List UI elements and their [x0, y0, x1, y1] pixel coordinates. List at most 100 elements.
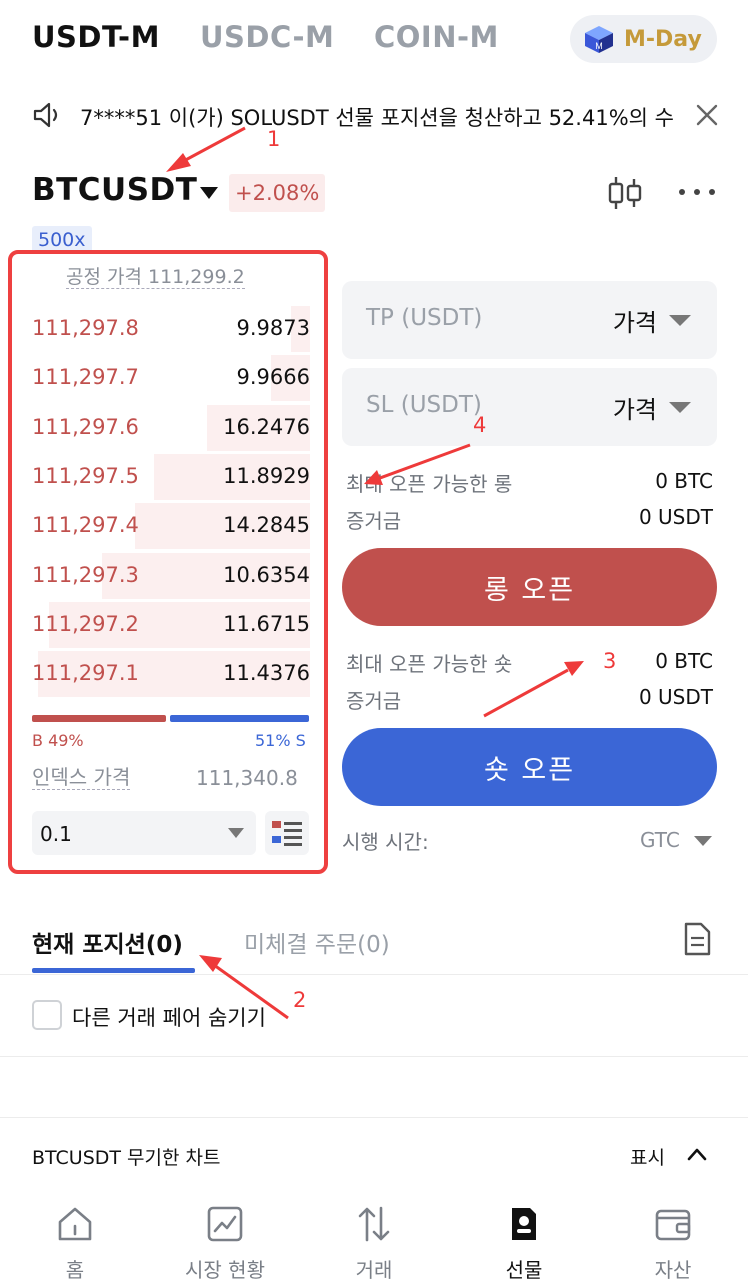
nav-home[interactable]: 홈 — [0, 1192, 150, 1288]
divider — [0, 1117, 748, 1118]
sl-type-select[interactable]: 가격 — [613, 390, 657, 425]
ask-quantity: 9.9873 — [236, 316, 310, 340]
nav-trade[interactable]: 거래 — [299, 1192, 449, 1288]
tab-open-orders[interactable]: 미체결 주문(0) — [244, 925, 390, 959]
document-icon[interactable] — [682, 921, 712, 957]
open-long-button[interactable]: 롱 오픈 — [342, 548, 717, 626]
speaker-icon — [33, 102, 58, 128]
close-icon[interactable] — [695, 103, 719, 127]
time-in-force-select[interactable]: GTC — [640, 828, 680, 852]
ask-price: 111,297.7 — [32, 365, 139, 390]
nav-label: 선물 — [505, 1258, 543, 1282]
sell-ratio-label: 51% S — [255, 731, 306, 750]
ask-quantity: 9.9666 — [236, 365, 310, 390]
nav-label: 시장 현황 — [185, 1258, 265, 1282]
max-long-value: 0 BTC — [655, 469, 713, 493]
orderbook-ask-row[interactable]: 111,297.6 16.2476 — [32, 404, 310, 451]
ask-quantity: 11.4376 — [223, 661, 310, 686]
tab-current-positions[interactable]: 현재 포지션(0) — [32, 925, 183, 959]
annotation-number: 1 — [267, 127, 281, 151]
time-in-force-label: 시행 시간: — [342, 830, 429, 854]
tp-placeholder: TP (USDT) — [366, 305, 483, 331]
annotation-number: 3 — [603, 649, 617, 673]
sl-placeholder: SL (USDT) — [366, 392, 482, 418]
hide-other-pairs-label: 다른 거래 페어 숨기기 — [72, 1006, 266, 1030]
tab-usdt-m[interactable]: USDT-M — [32, 20, 160, 54]
margin-label: 증거금 — [346, 509, 402, 533]
nav-label: 자산 — [654, 1258, 692, 1282]
orderbook-layout-icon — [272, 821, 302, 846]
open-short-button[interactable]: 숏 오픈 — [342, 728, 717, 806]
max-long-label: 최대 오픈 가능한 롱 — [346, 472, 513, 496]
tp-input[interactable]: TP (USDT) 가격 — [342, 281, 717, 359]
more-icon[interactable] — [678, 186, 716, 198]
nav-label: 거래 — [355, 1258, 393, 1282]
ask-quantity: 11.6715 — [223, 611, 310, 636]
trade-arrows-icon — [358, 1206, 390, 1242]
ask-price: 111,297.3 — [32, 562, 139, 587]
buy-ratio-label: B 49% — [32, 731, 84, 750]
tp-type-select[interactable]: 가격 — [613, 303, 657, 338]
orderbook-ask-row[interactable]: 111,297.3 10.6354 — [32, 552, 310, 599]
chart-show-toggle[interactable]: 표시 — [630, 1143, 665, 1170]
chevron-up-icon[interactable] — [686, 1146, 708, 1162]
margin-value: 0 USDT — [638, 505, 713, 529]
chevron-down-icon — [694, 836, 712, 846]
candlestick-icon[interactable] — [606, 174, 644, 212]
futures-icon — [512, 1208, 536, 1240]
precision-value: 0.1 — [40, 822, 72, 846]
tab-coin-m[interactable]: COIN-M — [374, 20, 499, 54]
nav-label: 홈 — [65, 1258, 85, 1282]
nav-assets[interactable]: 자산 — [598, 1192, 748, 1288]
margin-label: 증거금 — [346, 689, 402, 713]
orderbook-layout-button[interactable] — [265, 811, 309, 855]
index-price-label: 인덱스 가격 — [32, 765, 131, 790]
margin-value: 0 USDT — [638, 685, 713, 709]
market-chart-icon — [207, 1206, 243, 1242]
active-tab-indicator — [32, 968, 195, 973]
symbol-selector[interactable]: BTCUSDT — [32, 172, 197, 208]
nav-futures[interactable]: 선물 — [449, 1192, 599, 1288]
svg-text:M: M — [595, 41, 603, 51]
divider — [0, 1056, 748, 1057]
nav-market[interactable]: 시장 현황 — [150, 1192, 300, 1288]
chevron-down-icon — [669, 315, 691, 326]
fair-price: 공정 가격 111,299.2 — [66, 266, 245, 289]
ask-quantity: 10.6354 — [223, 562, 310, 587]
perpetual-chart-title: BTCUSDT 무기한 차트 — [32, 1147, 221, 1169]
index-price-value: 111,340.8 — [196, 766, 298, 790]
ask-price: 111,297.4 — [32, 513, 139, 538]
ask-price: 111,297.5 — [32, 463, 139, 488]
buy-ratio-bar — [32, 715, 166, 722]
orderbook-ask-row[interactable]: 111,297.4 14.2845 — [32, 503, 310, 550]
orderbook-ask-row[interactable]: 111,297.8 9.9873 — [32, 306, 310, 352]
bottom-nav: 홈 시장 현황 거래 선물 자산 — [0, 1192, 748, 1288]
divider — [0, 974, 748, 975]
max-short-value: 0 BTC — [655, 649, 713, 673]
ask-quantity: 16.2476 — [223, 414, 310, 439]
ask-price: 111,297.1 — [32, 661, 139, 686]
ask-quantity: 14.2845 — [223, 513, 310, 538]
annotation-number: 2 — [293, 988, 307, 1012]
ask-price: 111,297.8 — [32, 316, 139, 340]
ask-price: 111,297.6 — [32, 414, 139, 439]
orderbook-ask-row[interactable]: 111,297.1 11.4376 — [32, 651, 310, 698]
ask-quantity: 11.8929 — [223, 463, 310, 488]
m-day-button[interactable]: M M-Day — [570, 15, 717, 63]
sl-input[interactable]: SL (USDT) 가격 — [342, 368, 717, 446]
annotation-number: 4 — [473, 413, 487, 437]
price-change-badge: +2.08% — [229, 174, 326, 212]
precision-select[interactable]: 0.1 — [32, 811, 256, 855]
hide-other-pairs-checkbox[interactable] — [32, 1000, 62, 1030]
tab-usdc-m[interactable]: USDC-M — [200, 20, 334, 54]
orderbook-ask-row[interactable]: 111,297.2 11.6715 — [32, 601, 310, 648]
caret-down-icon[interactable] — [199, 186, 219, 200]
orderbook-ask-row[interactable]: 111,297.7 9.9666 — [32, 355, 310, 402]
m-day-label: M-Day — [624, 26, 702, 52]
max-short-label: 최대 오픈 가능한 숏 — [346, 652, 513, 676]
ask-price: 111,297.2 — [32, 611, 139, 636]
orderbook-ask-row[interactable]: 111,297.5 11.8929 — [32, 453, 310, 500]
wallet-icon — [655, 1209, 691, 1241]
ticker-message: 7****51 이(가) SOLUSDT 선물 포지션을 청산하고 52.41%… — [80, 106, 674, 130]
cube-icon: M — [585, 26, 613, 53]
